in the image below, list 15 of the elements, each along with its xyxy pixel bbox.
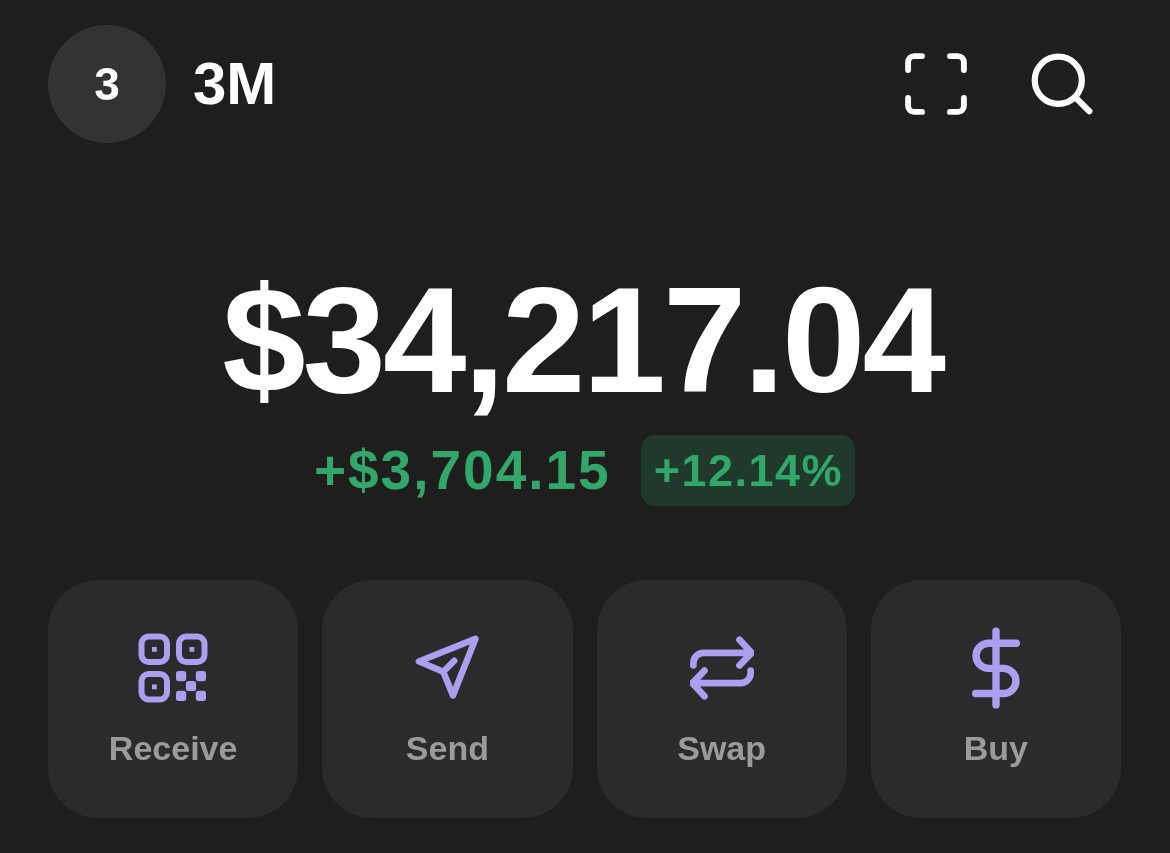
action-button[interactable]: Receive — [48, 580, 299, 818]
balance-amount: $34,217.04 — [221, 265, 946, 415]
dollar-icon — [971, 627, 1020, 709]
swap-arrows-icon — [689, 636, 754, 700]
action-button[interactable]: Swap — [596, 580, 847, 818]
search-icon[interactable] — [1031, 53, 1093, 115]
qr-code-icon — [137, 632, 210, 704]
action-button[interactable]: Buy — [870, 580, 1121, 818]
paper-plane-icon — [414, 635, 481, 701]
scan-icon[interactable] — [905, 53, 967, 115]
account-name[interactable]: 3M — [193, 54, 277, 114]
change-amount: +$3,704.15 — [313, 443, 611, 498]
action-button[interactable]: Send — [322, 580, 573, 818]
change-percent-badge: +12.14% — [640, 435, 856, 506]
account-avatar[interactable]: 3 — [48, 25, 166, 143]
